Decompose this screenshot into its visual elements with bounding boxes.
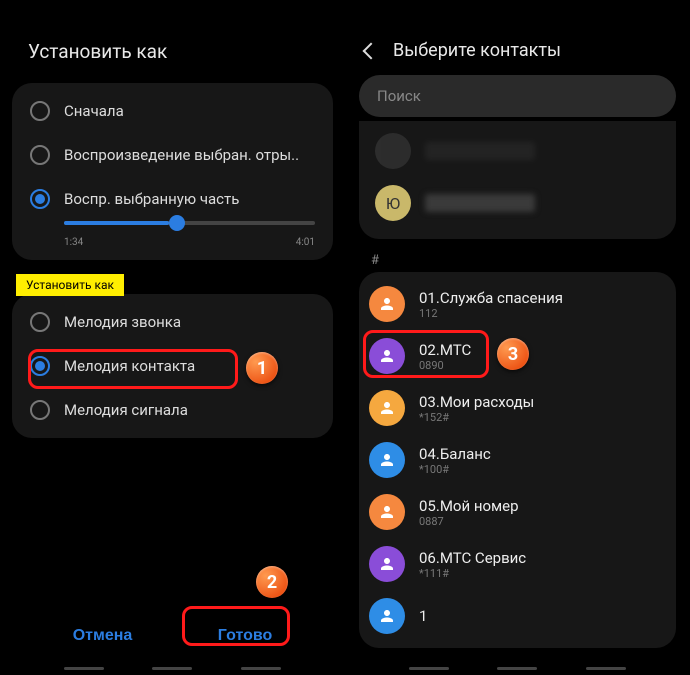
- avatar: [369, 442, 405, 478]
- contact-name: 04.Баланс: [419, 445, 491, 463]
- person-icon: [378, 555, 396, 573]
- person-icon: [378, 347, 396, 365]
- avatar: [369, 286, 405, 322]
- step-badge-2: 2: [256, 566, 288, 598]
- play-option-selected-clip[interactable]: Воспроизведение выбран. отры..: [12, 133, 333, 177]
- contact-name: 05.Мой номер: [419, 497, 519, 515]
- avatar: [369, 494, 405, 530]
- radio-icon: [30, 145, 50, 165]
- contact-row[interactable]: 04.Баланс *100#: [365, 434, 670, 486]
- person-icon: [378, 295, 396, 313]
- contact-name: 06.МТС Сервис: [419, 549, 526, 567]
- contact-info: 03.Мои расходы *152#: [419, 393, 534, 424]
- nav-recent-icon[interactable]: [409, 667, 449, 670]
- recent-contact[interactable]: Ю: [371, 177, 664, 229]
- option-label: Мелодия контакта: [64, 357, 195, 375]
- audio-range-slider[interactable]: [12, 221, 333, 231]
- time-end: 4:01: [296, 237, 315, 248]
- contact-name: 02.МТС: [419, 341, 471, 359]
- slider-track: [64, 221, 315, 225]
- person-icon: [378, 399, 396, 417]
- recent-contacts-strip: Ю: [359, 121, 676, 239]
- radio-icon: [30, 400, 50, 420]
- recent-contact[interactable]: [371, 125, 664, 177]
- radio-checked-icon: [30, 356, 50, 376]
- page-title: Выберите контакты: [393, 40, 561, 61]
- set-option-alarm[interactable]: Мелодия сигнала: [12, 388, 333, 432]
- option-label: Воспроизведение выбран. отры..: [64, 146, 299, 164]
- contact-number: *111#: [419, 567, 526, 580]
- contact-number: 0890: [419, 359, 471, 372]
- contact-info: 06.МТС Сервис *111#: [419, 549, 526, 580]
- contact-info: 05.Мой номер 0887: [419, 497, 519, 528]
- set-as-panel: Мелодия звонка Мелодия контакта Мелодия …: [12, 294, 333, 438]
- avatar: [375, 133, 411, 169]
- option-label: Сначала: [64, 102, 124, 120]
- person-icon: [378, 607, 396, 625]
- contact-info: 1: [419, 607, 427, 625]
- avatar: [369, 390, 405, 426]
- radio-checked-icon: [30, 189, 50, 209]
- contact-row[interactable]: 05.Мой номер 0887: [365, 486, 670, 538]
- contact-row[interactable]: 01.Служба спасения 112: [365, 278, 670, 330]
- contact-name: 03.Мои расходы: [419, 393, 534, 411]
- step-badge-1: 1: [246, 352, 278, 384]
- header: Выберите контакты: [345, 0, 690, 75]
- contact-number: 112: [419, 307, 563, 320]
- play-option-from-start[interactable]: Сначала: [12, 89, 333, 133]
- play-option-selected-part[interactable]: Воспр. выбранную часть: [12, 177, 333, 221]
- screen-pick-contacts: Выберите контакты Поиск Ю # 01.Служба сп…: [345, 0, 690, 675]
- nav-back-icon[interactable]: [241, 667, 281, 670]
- page-title: Установить как: [0, 0, 345, 83]
- android-navbar[interactable]: [345, 661, 690, 675]
- time-start: 1:34: [64, 237, 83, 248]
- avatar: [369, 598, 405, 634]
- radio-icon: [30, 101, 50, 121]
- action-bar: Отмена Готово: [0, 617, 345, 655]
- radio-icon: [30, 312, 50, 332]
- search-input[interactable]: Поиск: [359, 75, 676, 117]
- person-icon: [378, 451, 396, 469]
- contact-info: 04.Баланс *100#: [419, 445, 491, 476]
- contact-name: 01.Служба спасения: [419, 289, 563, 307]
- avatar: Ю: [375, 185, 411, 221]
- done-button[interactable]: Готово: [194, 617, 296, 655]
- nav-back-icon[interactable]: [586, 667, 626, 670]
- contact-list: 01.Служба спасения 112 02.МТС 0890 03.Мо…: [359, 272, 676, 648]
- blurred-name: [425, 194, 535, 212]
- step-badge-3: 3: [497, 338, 529, 370]
- nav-home-icon[interactable]: [497, 667, 537, 670]
- contact-row[interactable]: 06.МТС Сервис *111#: [365, 538, 670, 590]
- time-labels: 1:34 4:01: [12, 231, 333, 254]
- section-letter: #: [345, 239, 690, 272]
- contact-info: 02.МТС 0890: [419, 341, 471, 372]
- slider-fill: [64, 221, 169, 225]
- contact-row[interactable]: 03.Мои расходы *152#: [365, 382, 670, 434]
- contact-number: 0887: [419, 515, 519, 528]
- set-option-contact-tone[interactable]: Мелодия контакта: [12, 344, 333, 388]
- blurred-name: [425, 142, 535, 160]
- nav-home-icon[interactable]: [152, 667, 192, 670]
- avatar: [369, 546, 405, 582]
- option-label: Мелодия сигнала: [64, 401, 188, 419]
- play-options-panel: Сначала Воспроизведение выбран. отры.. В…: [12, 83, 333, 260]
- contact-name: 1: [419, 607, 427, 625]
- option-label: Мелодия звонка: [64, 313, 181, 331]
- contact-info: 01.Служба спасения 112: [419, 289, 563, 320]
- nav-recent-icon[interactable]: [64, 667, 104, 670]
- section-tag: Установить как: [16, 274, 124, 296]
- person-icon: [378, 503, 396, 521]
- screen-set-as: Установить как Сначала Воспроизведение в…: [0, 0, 345, 675]
- search-placeholder: Поиск: [377, 87, 421, 105]
- android-navbar[interactable]: [0, 661, 345, 675]
- back-icon[interactable]: [363, 42, 380, 59]
- avatar: [369, 338, 405, 374]
- slider-thumb-icon[interactable]: [169, 215, 185, 231]
- cancel-button[interactable]: Отмена: [49, 617, 157, 655]
- contact-number: *152#: [419, 411, 534, 424]
- set-option-ringtone[interactable]: Мелодия звонка: [12, 300, 333, 344]
- option-label: Воспр. выбранную часть: [64, 190, 239, 208]
- contact-number: *100#: [419, 463, 491, 476]
- contact-row[interactable]: 1: [365, 590, 670, 642]
